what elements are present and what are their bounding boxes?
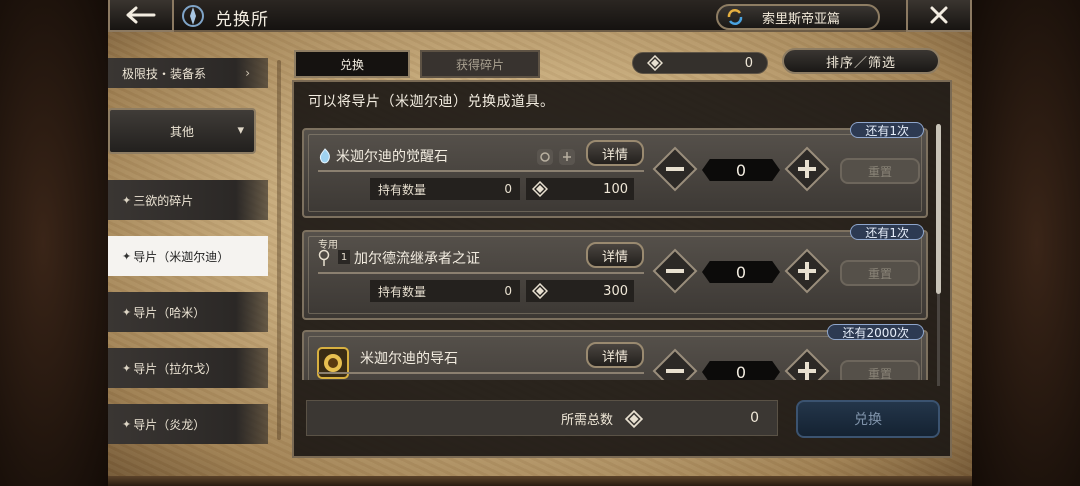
left-background-band [0,0,108,486]
exchange-button[interactable]: 兑换 [796,400,940,438]
total-value: 0 [750,410,759,426]
close-button[interactable] [906,0,972,32]
owned-quantity: 持有数量 0 [370,280,520,302]
detail-button[interactable]: 详情 [586,342,644,368]
tab-get-fragments[interactable]: 获得碎片 [420,50,540,78]
back-button[interactable] [108,0,174,32]
item-name: 加尔德流继承者之证 [354,251,480,267]
diamond-icon: ✦ [122,361,132,375]
item-name: 米迦尔迪的导石 [360,351,458,367]
sidebar-item-guide-largo[interactable]: ✦ 导片（拉尔戈） [108,348,268,388]
sidebar-item-guide-fire-dragon[interactable]: ✦ 导片（炎龙） [108,404,268,444]
reset-button[interactable]: 重置 [840,260,920,286]
detail-button[interactable]: 详情 [586,242,644,268]
chevron-down-icon: ▾ [237,123,244,138]
list-item: 还有1次 米迦尔迪的觉醒石 详情 持有数量 0 100 0 重置 [302,122,928,218]
quantity-value: 0 [702,261,780,283]
owned-label: 持有数量 [378,182,427,197]
list-item: 还有1次 专用 1 加尔德流继承者之证 详情 持有数量 0 300 0 重置 [302,224,928,320]
exchange-item-list: 还有1次 米迦尔迪的觉醒石 详情 持有数量 0 100 0 重置 还有1次 专用… [300,118,930,380]
category-sidebar: 极限技・装备系 › 其他 ▾ ✦ 三欲的碎片 ✦ 导片（米迦尔迪） ✦ 导片（哈… [108,40,278,486]
crystal-currency-icon [532,181,548,197]
cost-value: 100 [603,181,628,197]
quantity-value: 0 [702,159,780,181]
quantity-stepper: 0 [652,348,830,380]
sidebar-item-three-desires-fragment[interactable]: ✦ 三欲的碎片 [108,180,268,220]
divider [318,272,644,274]
refresh-icon [727,9,743,25]
currency-display: 0 [632,52,768,74]
close-icon [930,6,948,24]
list-scrollbar[interactable] [936,124,941,294]
sidebar-scrollbar[interactable] [277,60,281,440]
sort-filter-button[interactable]: 排序／筛选 [782,48,940,74]
divider [318,372,644,374]
plus-icon[interactable] [784,348,830,380]
page-title: 兑换所 [215,10,269,30]
quantity-stepper: 0 [652,248,830,296]
item-cost: 100 [526,178,634,200]
rank-badge: 1 [338,250,350,264]
right-background-band [972,0,1080,486]
type-icon [559,149,575,165]
sidebar-item-label: 导片（哈米） [133,305,206,320]
cost-value: 300 [603,283,628,299]
remaining-limit-badge: 还有2000次 [827,324,924,340]
story-label: 索里斯帝亚篇 [762,11,841,27]
pin-icon [318,249,330,266]
sidebar-item-guide-hami[interactable]: ✦ 导片（哈米） [108,292,268,332]
diamond-icon: ✦ [122,305,132,319]
total-label: 所需总数 [561,412,614,428]
minus-icon[interactable] [652,348,698,380]
sidebar-item-label: 导片（米迦尔迪） [133,249,230,264]
sidebar-item-other[interactable]: 其他 ▾ [108,108,256,154]
guide-stone-icon [317,347,349,379]
tab-exchange[interactable]: 兑换 [294,50,410,78]
crystal-currency-icon [625,410,643,428]
divider [318,170,644,172]
remaining-limit-badge: 还有1次 [850,122,924,138]
list-item: 还有2000次 米迦尔迪的导石 详情 0 重置 [302,324,928,380]
item-cost: 300 [526,280,634,302]
bottom-frame-edge [108,476,972,486]
reset-button[interactable]: 重置 [840,158,920,184]
story-switch-button[interactable]: 索里斯帝亚篇 [716,4,880,30]
owned-value: 0 [504,182,512,196]
sidebar-item-label: 导片（炎龙） [133,417,206,432]
owned-quantity: 持有数量 0 [370,178,520,200]
crystal-currency-icon [647,55,663,71]
minus-icon[interactable] [652,146,698,192]
shop-emblem-icon [178,2,208,30]
chevron-right-icon: › [245,66,250,80]
item-name: 米迦尔迪的觉醒石 [336,149,448,165]
back-arrow-icon [126,6,156,24]
awakening-stone-icon [319,148,330,164]
diamond-icon: ✦ [122,417,132,431]
owned-value: 0 [504,284,512,298]
sidebar-item-limit-equipment[interactable]: 极限技・装备系 › [108,58,268,88]
quantity-stepper: 0 [652,146,830,194]
sidebar-item-label: 极限技・装备系 [122,66,207,81]
diamond-icon: ✦ [122,193,132,207]
reset-button[interactable]: 重置 [840,360,920,380]
detail-button[interactable]: 详情 [586,140,644,166]
remaining-limit-badge: 还有1次 [850,224,924,240]
diamond-icon: ✦ [122,249,132,263]
sidebar-item-guide-mikaeldi[interactable]: ✦ 导片（米迦尔迪） [108,236,268,276]
plus-icon[interactable] [784,146,830,192]
quantity-value: 0 [702,361,780,380]
sidebar-item-label: 其他 [169,124,194,139]
owned-label: 持有数量 [378,284,427,299]
element-icon [537,149,553,165]
crystal-currency-icon [532,283,548,299]
minus-icon[interactable] [652,248,698,294]
sidebar-item-label: 三欲的碎片 [133,193,194,208]
plus-icon[interactable] [784,248,830,294]
sidebar-item-label: 导片（拉尔戈） [133,361,218,376]
exchange-description: 可以将导片（米迦尔迪）兑换成道具。 [308,94,555,110]
total-required: 所需总数 0 [306,400,778,436]
currency-value: 0 [744,55,753,71]
